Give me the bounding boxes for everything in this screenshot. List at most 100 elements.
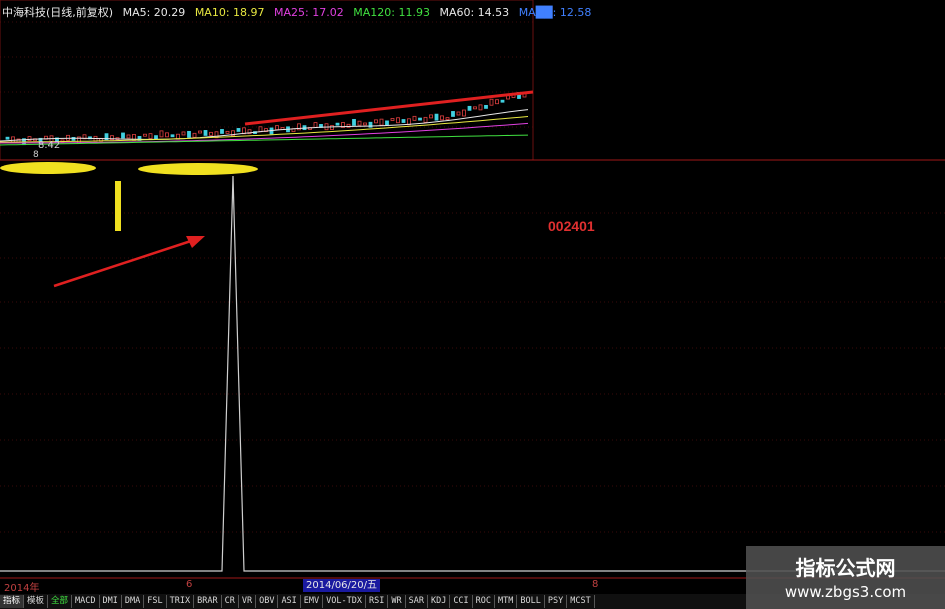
candle [220, 129, 224, 134]
price-axis-label: 8 [33, 150, 39, 160]
candle [429, 114, 433, 119]
candle [357, 120, 362, 126]
candle [445, 117, 450, 121]
ma120-value: MA120: 11.93 [353, 6, 430, 19]
indicator-tab[interactable]: MACD [72, 595, 100, 608]
candle [500, 99, 505, 103]
candle [489, 98, 494, 106]
candle [159, 130, 164, 138]
watermark-url: www.zbgs3.com [784, 583, 907, 601]
selected-date-box: 2014/06/20/五 [303, 579, 381, 592]
candle [412, 115, 417, 121]
indicator-tab[interactable]: MTM [495, 595, 518, 608]
indicator-tab[interactable]: MCST [567, 595, 595, 608]
indicator-tab[interactable]: SAR [406, 595, 428, 608]
indicator-tab[interactable]: CCI [450, 595, 473, 608]
indicator-tab[interactable]: EMV [301, 595, 324, 608]
axis-month-6: 6 [186, 579, 193, 590]
candle [379, 118, 384, 126]
candle [198, 130, 202, 134]
candle [456, 111, 461, 116]
candle [330, 125, 334, 130]
candle [181, 131, 186, 136]
stock-code-annotation: 002401 [548, 218, 595, 234]
indicator-tab[interactable]: OBV [256, 595, 279, 608]
indicator-tab[interactable]: RSI [366, 595, 389, 608]
watermark: 指标公式网 www.zbgs3.com [746, 546, 945, 609]
candle [418, 117, 422, 121]
candle [154, 135, 158, 140]
highlight-marker-right [138, 163, 258, 175]
candle [401, 119, 406, 123]
candle [5, 136, 10, 140]
candle [495, 99, 499, 105]
candle [484, 104, 488, 109]
indicator-header: 中海科技(日线,前复权) MA5: 20.29 MA10: 18.97 MA25… [2, 4, 597, 20]
chart-canvas[interactable] [0, 0, 945, 609]
candle [209, 131, 213, 136]
candle [434, 113, 439, 121]
candle [335, 122, 340, 126]
candle [396, 117, 400, 124]
candle [462, 109, 466, 117]
candle [27, 136, 32, 142]
candle [236, 128, 241, 132]
candle [275, 125, 279, 131]
indicator-tab[interactable]: 模板 [24, 595, 49, 608]
indicator-tab[interactable]: KDJ [428, 595, 451, 608]
stock-title: 中海科技(日线,前复权) [2, 6, 114, 19]
candle [473, 106, 477, 110]
ma-extra-value: MA██: 12.58 [518, 6, 592, 19]
indicator-tab[interactable]: BOLL [517, 595, 545, 608]
candle [148, 133, 153, 140]
indicator-tab[interactable]: PSY [545, 595, 568, 608]
candle [390, 118, 395, 121]
indicator-tab[interactable]: 全部 [48, 595, 73, 608]
indicator-tab[interactable]: ASI [278, 595, 301, 608]
axis-month-8: 8 [592, 579, 599, 590]
trend-arrow-price [244, 90, 534, 126]
indicator-tab[interactable]: VR [239, 595, 257, 608]
indicator-tab[interactable]: ROC [473, 595, 496, 608]
axis-year: 2014年 [4, 583, 40, 594]
ma60-value: MA60: 14.53 [439, 6, 510, 19]
candle [467, 105, 472, 111]
ma5-value: MA5: 20.29 [122, 6, 186, 19]
candle [423, 116, 428, 123]
indicator-tab[interactable]: VOL-TDX [323, 595, 366, 608]
candle [121, 132, 125, 139]
candle [192, 132, 197, 138]
candle [165, 132, 169, 138]
indicator-tab[interactable]: FSL [144, 595, 167, 608]
indicator-tab[interactable]: WR [388, 595, 406, 608]
candle [385, 120, 389, 126]
candle [66, 134, 70, 141]
pointer-arrow [53, 236, 205, 288]
indicator-spike-line [0, 175, 945, 572]
price-low-label: 8.42 [38, 140, 61, 151]
candle [478, 104, 483, 111]
candle [451, 111, 455, 117]
candle [143, 133, 147, 137]
candle [187, 130, 191, 138]
indicator-tab[interactable]: TRIX [167, 595, 195, 608]
candle [126, 134, 131, 139]
indicator-tab[interactable]: 指标 [0, 595, 25, 608]
ma10-value: MA10: 18.97 [194, 6, 265, 19]
indicator-tab[interactable]: DMA [122, 595, 145, 608]
candle [440, 115, 444, 121]
watermark-title: 指标公式网 [795, 556, 896, 580]
candle [11, 136, 15, 143]
candle [374, 119, 378, 124]
highlight-marker-left [0, 162, 96, 174]
ma25-value: MA25: 17.02 [274, 6, 344, 19]
candle [203, 130, 208, 136]
candle [225, 130, 230, 134]
indicator-tab[interactable]: CR [222, 595, 239, 608]
indicator-tab[interactable]: DMI [100, 595, 122, 608]
candle [352, 118, 356, 126]
candle [363, 122, 367, 126]
highlight-bar-vertical [115, 181, 121, 231]
indicator-tab[interactable]: BRAR [194, 595, 222, 608]
candle [170, 134, 175, 138]
